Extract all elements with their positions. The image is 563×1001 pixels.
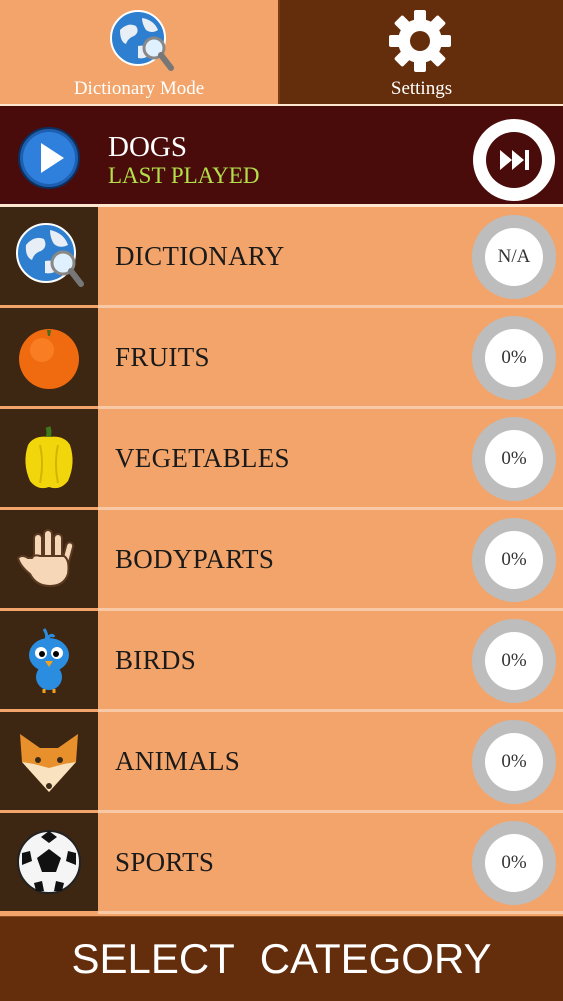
- progress-badge: 0%: [472, 720, 556, 804]
- category-row-dictionary[interactable]: DICTIONARY N/A: [0, 207, 563, 308]
- globe-search-icon: [16, 223, 84, 287]
- progress-badge: 0%: [472, 316, 556, 400]
- category-row-animals[interactable]: ANIMALS 0%: [0, 712, 563, 813]
- tab-label: Dictionary Mode: [73, 78, 205, 99]
- fast-forward-icon[interactable]: [472, 118, 556, 202]
- progress-value: 0%: [485, 531, 543, 589]
- last-played-subtitle: LAST PLAYED: [108, 163, 260, 188]
- globe-search-icon: [110, 10, 174, 71]
- play-icon[interactable]: [18, 127, 80, 189]
- category-label: VEGETABLES: [115, 443, 290, 473]
- last-played-banner[interactable]: DOGS LAST PLAYED: [0, 106, 563, 204]
- category-label: SPORTS: [115, 847, 215, 877]
- category-row-vegetables[interactable]: VEGETABLES 0%: [0, 409, 563, 510]
- footer-title: SELECT CATEGORY: [71, 935, 492, 982]
- progress-badge: 0%: [472, 821, 556, 905]
- category-icon-box: [0, 308, 98, 406]
- fox-icon: [20, 734, 78, 792]
- category-icon-box: [0, 813, 98, 911]
- category-row-sports[interactable]: SPORTS 0%: [0, 813, 563, 914]
- category-label: ANIMALS: [115, 746, 241, 776]
- category-label: BIRDS: [115, 645, 197, 675]
- progress-value: N/A: [485, 228, 543, 286]
- category-label: DICTIONARY: [115, 241, 285, 271]
- progress-value: 0%: [485, 430, 543, 488]
- progress-badge: 0%: [472, 417, 556, 501]
- tab-dictionary-mode[interactable]: Dictionary Mode: [0, 0, 280, 104]
- progress-value: 0%: [485, 632, 543, 690]
- category-label: BODYPARTS: [115, 544, 275, 574]
- category-icon-box: [0, 409, 98, 507]
- soccer-ball-icon: [17, 830, 81, 894]
- tab-label: Settings: [390, 78, 453, 99]
- category-row-bodyparts[interactable]: BODYPARTS 0%: [0, 510, 563, 611]
- category-icon-box: [0, 510, 98, 608]
- progress-badge: N/A: [472, 215, 556, 299]
- bird-icon: [29, 628, 69, 693]
- category-row-birds[interactable]: BIRDS 0%: [0, 611, 563, 712]
- progress-value: 0%: [485, 329, 543, 387]
- progress-value: 0%: [485, 834, 543, 892]
- category-row-fruits[interactable]: FRUITS 0%: [0, 308, 563, 409]
- top-tab-bar: Dictionary Mode Settings: [0, 0, 563, 104]
- bell-pepper-icon: [25, 426, 73, 489]
- progress-badge: 0%: [472, 518, 556, 602]
- category-icon-box: [0, 611, 98, 709]
- progress-badge: 0%: [472, 619, 556, 703]
- progress-value: 0%: [485, 733, 543, 791]
- last-played-title: DOGS: [108, 131, 187, 163]
- category-icon-box: [0, 207, 98, 305]
- footer-bar: SELECT CATEGORY: [0, 916, 563, 1001]
- category-list: DICTIONARY N/A FRUITS 0% VEGETABLES 0% B…: [0, 207, 563, 914]
- orange-icon: [19, 329, 79, 389]
- tab-settings[interactable]: Settings: [280, 0, 563, 104]
- category-label: FRUITS: [115, 342, 210, 372]
- gear-icon: [389, 10, 451, 72]
- category-icon-box: [0, 712, 98, 810]
- hand-icon: [16, 529, 75, 588]
